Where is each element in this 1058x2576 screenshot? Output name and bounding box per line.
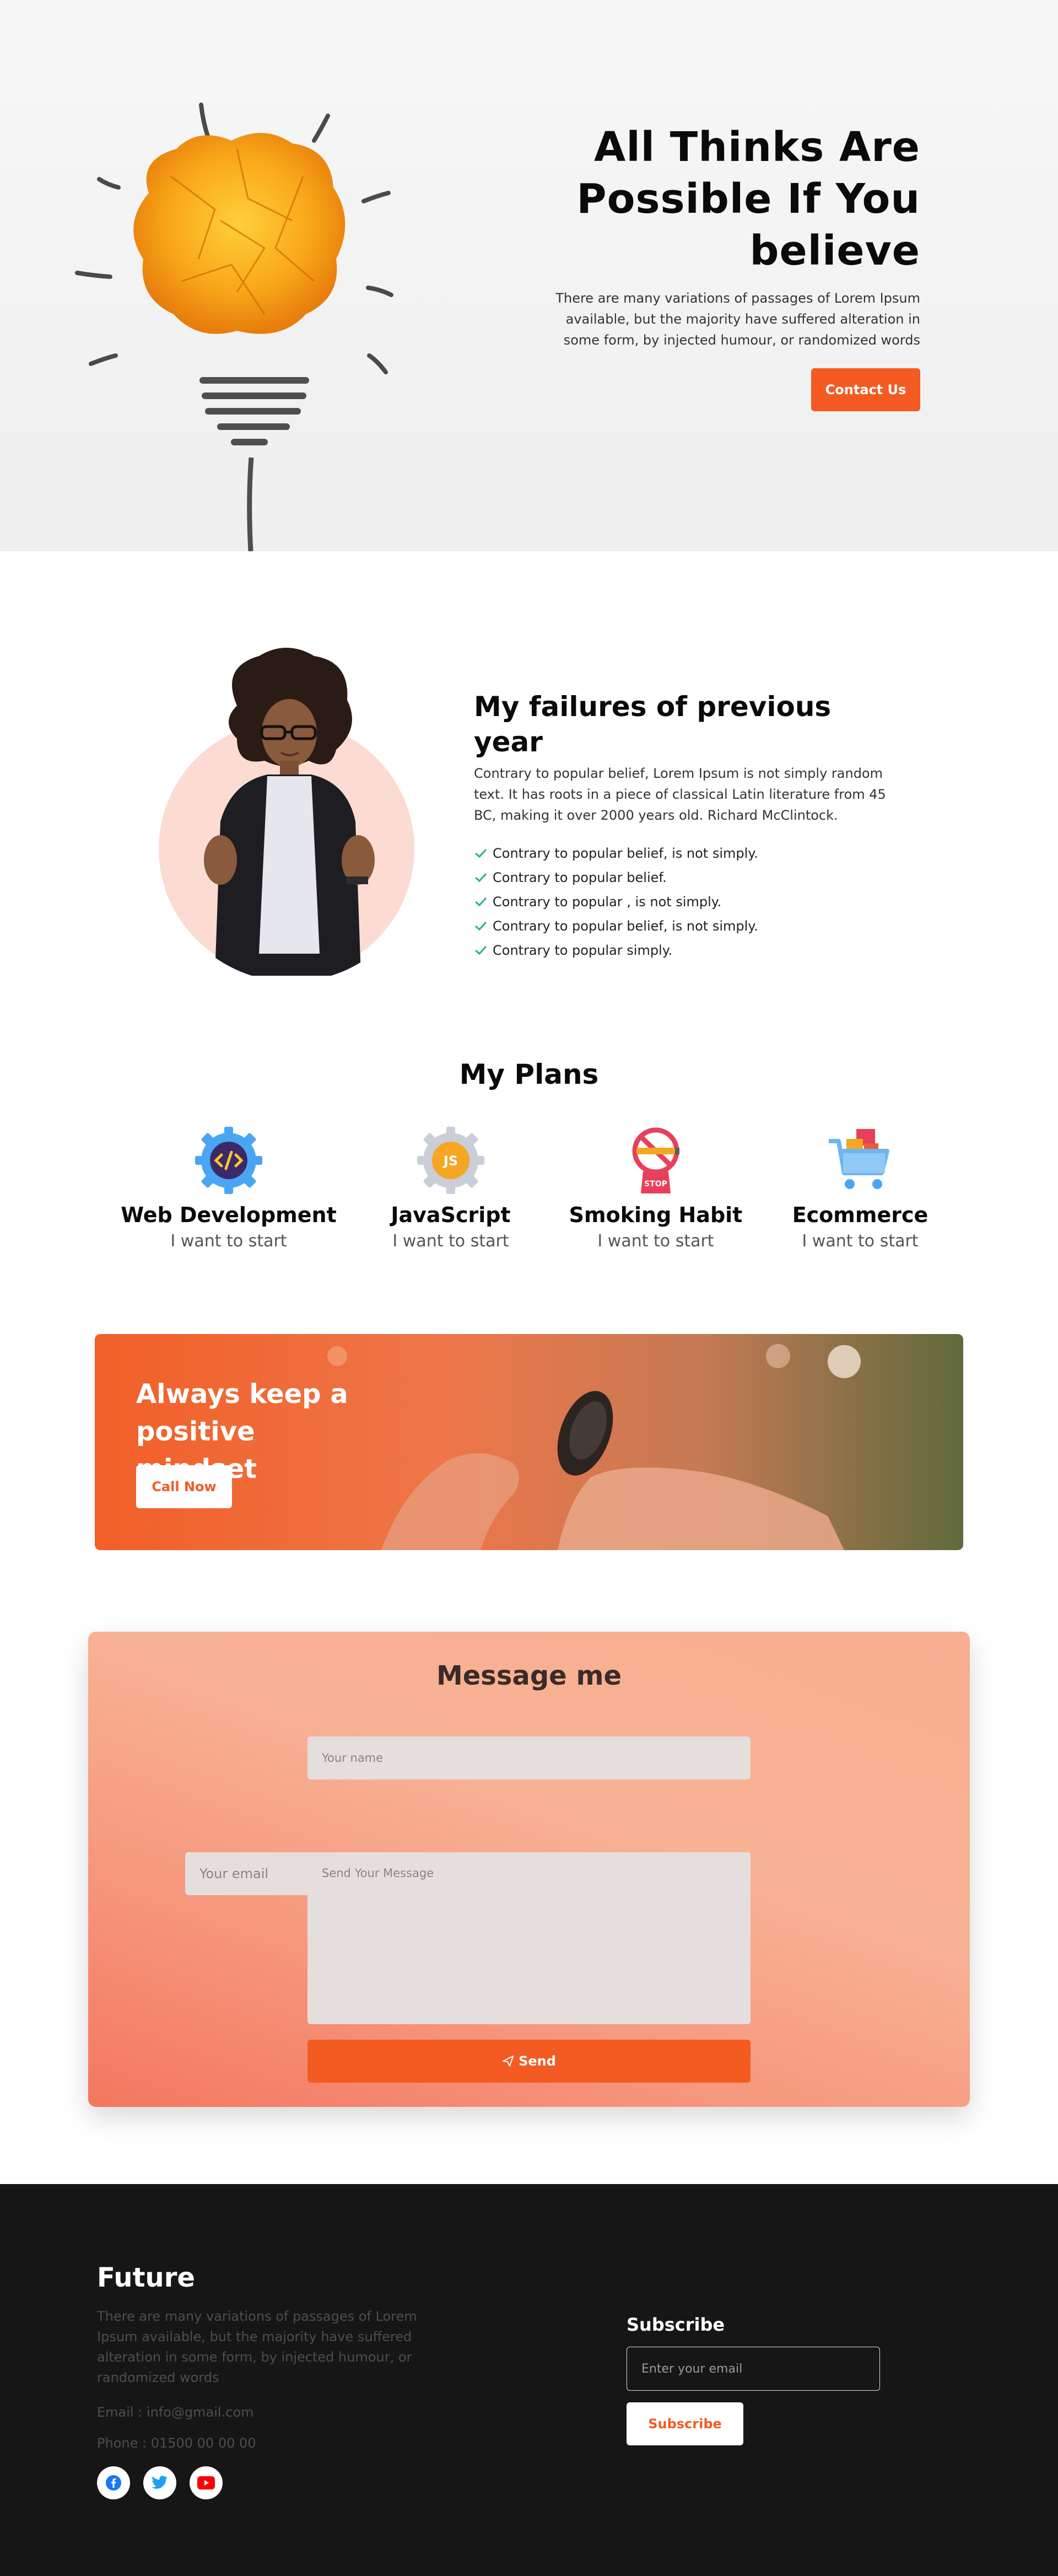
- list-item-text: Contrary to popular belief, is not simpl…: [493, 846, 758, 861]
- footer-brand: Future: [97, 2262, 195, 2293]
- twitter-icon[interactable]: [143, 2466, 176, 2499]
- shopping-cart-icon: [829, 1129, 889, 1189]
- list-item: Contrary to popular belief, is not simpl…: [474, 841, 901, 865]
- code-gear-icon: [195, 1127, 262, 1194]
- list-item: Contrary to popular belief.: [474, 865, 901, 890]
- plan-subtitle: I want to start: [392, 1231, 509, 1251]
- failures-title: My failures of previous year: [474, 691, 832, 758]
- hero-section: All Thinks Are Possible If You believe T…: [0, 0, 1058, 551]
- list-item-text: Contrary to popular belief, is not simpl…: [493, 918, 758, 934]
- contact-title: Message me: [436, 1660, 622, 1691]
- plans-title: My Plans: [459, 1058, 599, 1090]
- call-now-button[interactable]: Call Now: [136, 1465, 232, 1508]
- plans-section: My Plans Web Development I want to start: [0, 1047, 1058, 1279]
- check-icon: [475, 921, 487, 931]
- footer-phone[interactable]: Phone : 01500 00 00 00: [97, 2435, 256, 2451]
- check-icon: [475, 848, 487, 858]
- check-icon: [475, 897, 487, 907]
- list-item: Contrary to popular , is not simply.: [474, 890, 901, 914]
- name-input[interactable]: [307, 1736, 751, 1779]
- plan-card-web-development: Web Development I want to start: [118, 1125, 339, 1251]
- hero-title-line: believe: [749, 227, 920, 275]
- contact-us-button[interactable]: Contact Us: [811, 368, 920, 411]
- plan-card-smoking-habit: STOP Smoking Habit I want to start: [546, 1125, 766, 1251]
- hero-title-line: All Thinks Are: [594, 123, 920, 171]
- youtube-icon[interactable]: [190, 2466, 223, 2499]
- list-item-text: Contrary to popular , is not simply.: [493, 894, 722, 910]
- svg-text:STOP: STOP: [644, 1180, 667, 1188]
- failures-text-block: My failures of previous year Contrary to…: [474, 689, 901, 962]
- list-item-text: Contrary to popular belief.: [493, 870, 667, 885]
- failures-section: My failures of previous year Contrary to…: [0, 551, 1058, 992]
- plan-card-javascript: JS JavaScript I want to start: [341, 1125, 561, 1251]
- message-textarea[interactable]: [307, 1852, 751, 2024]
- check-icon: [475, 945, 487, 955]
- banner-title-line: Always keep a positive: [136, 1379, 348, 1447]
- failures-description: Contrary to popular belief, Lorem Ipsum …: [474, 766, 886, 823]
- positive-mindset-banner: Always keep a positive mindset Call Now: [95, 1334, 963, 1550]
- hero-text-block: All Thinks Are Possible If You believe T…: [551, 121, 920, 411]
- woman-portrait-image: [159, 648, 414, 976]
- list-item-text: Contrary to popular simply.: [493, 943, 673, 958]
- send-label: Send: [519, 2053, 556, 2069]
- plan-name: Smoking Habit: [569, 1203, 743, 1227]
- send-icon: [503, 2056, 514, 2067]
- failures-checklist: Contrary to popular belief, is not simpl…: [474, 841, 901, 962]
- plan-card-ecommerce: Ecommerce I want to start: [750, 1125, 970, 1251]
- lightbulb-illustration: [75, 103, 393, 551]
- hero-title: All Thinks Are Possible If You believe: [551, 121, 920, 277]
- js-gear-icon: JS: [417, 1127, 484, 1194]
- hero-title-line: Possible If You: [576, 175, 920, 223]
- send-button[interactable]: Send: [307, 2040, 751, 2083]
- check-icon: [475, 873, 487, 883]
- plan-subtitle: I want to start: [597, 1231, 714, 1251]
- plan-subtitle: I want to start: [170, 1231, 287, 1251]
- plan-name: Web Development: [121, 1203, 337, 1227]
- list-item: Contrary to popular belief, is not simpl…: [474, 914, 901, 938]
- plan-name: Ecommerce: [792, 1203, 929, 1227]
- subscribe-button[interactable]: Subscribe: [627, 2402, 743, 2445]
- svg-text:JS: JS: [442, 1153, 458, 1169]
- list-item: Contrary to popular simply.: [474, 938, 901, 962]
- hero-description: There are many variations of passages of…: [555, 291, 920, 348]
- contact-form-section: Message me Send: [88, 1632, 970, 2107]
- subscribe-title: Subscribe: [627, 2314, 725, 2335]
- footer-description: There are many variations of passages of…: [97, 2309, 417, 2385]
- no-smoking-icon: STOP: [632, 1127, 679, 1193]
- footer: Future There are many variations of pass…: [0, 2184, 1058, 2576]
- subscribe-email-input[interactable]: [627, 2347, 880, 2391]
- plan-subtitle: I want to start: [802, 1231, 919, 1251]
- facebook-icon[interactable]: [97, 2466, 130, 2499]
- social-links: [97, 2466, 223, 2499]
- plan-name: JavaScript: [391, 1203, 511, 1227]
